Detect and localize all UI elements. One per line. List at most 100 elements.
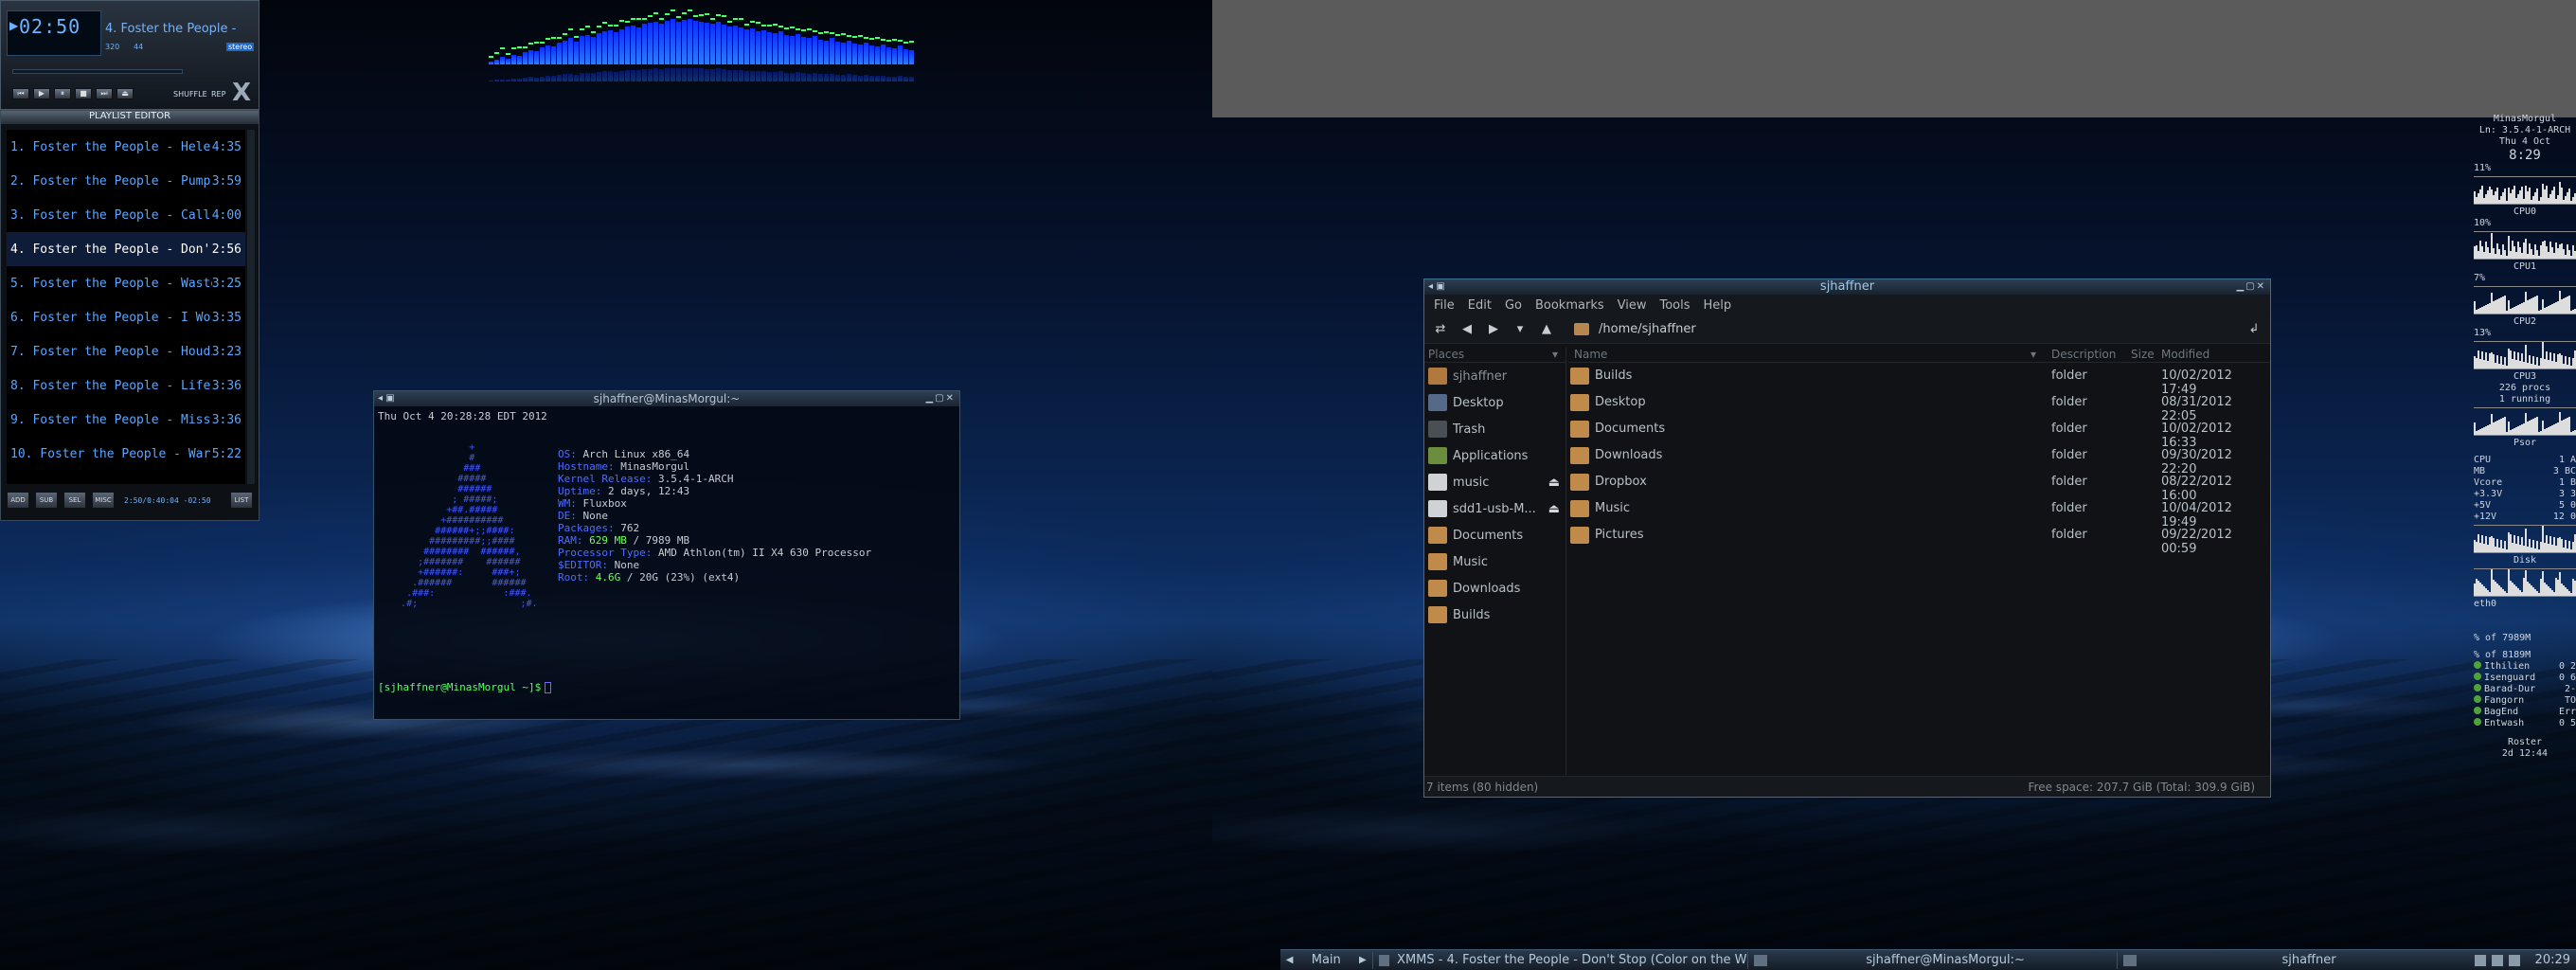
history-dropdown-icon[interactable]: ▾ bbox=[1512, 322, 1529, 336]
playlist-item[interactable]: 1. Foster the People - Hele... 4:35 bbox=[7, 130, 245, 164]
visualizer-reflection bbox=[739, 70, 743, 81]
playlist-sub-button[interactable]: SUB bbox=[35, 492, 58, 509]
playlist-scrollbar[interactable] bbox=[247, 130, 255, 484]
go-icon[interactable]: ↲ bbox=[2245, 322, 2263, 336]
playlist-item[interactable]: 4. Foster the People - Don'... 2:56 bbox=[7, 232, 245, 266]
menu-help[interactable]: Help bbox=[1704, 298, 1732, 313]
place-item[interactable]: sjhaffner bbox=[1424, 363, 1565, 389]
stop-button[interactable]: ■ bbox=[75, 88, 92, 99]
playlist-item[interactable]: 3. Foster the People - Call... 4:00 bbox=[7, 198, 245, 232]
next-workspace-icon[interactable]: ▶ bbox=[1353, 955, 1371, 965]
sysinfo-value: AMD Athlon(tm) II X4 630 Processor bbox=[652, 547, 872, 559]
visualizer-reflection bbox=[534, 78, 539, 81]
window-menu-icon[interactable]: ◂ ▣ bbox=[378, 391, 395, 406]
window-controls-icon[interactable]: ▁▢✕ bbox=[925, 391, 956, 406]
file-row[interactable]: Builds folder 10/02/2012 17:49 bbox=[1568, 363, 2270, 397]
menu-go[interactable]: Go bbox=[1505, 298, 1522, 313]
visualizer-reflection bbox=[528, 77, 533, 81]
volume-tray-icon[interactable] bbox=[2508, 954, 2520, 966]
terminal-titlebar[interactable]: ◂ ▣ sjhaffner@MinasMorgul:~ ▁▢✕ bbox=[374, 391, 959, 406]
eject-button[interactable]: ⏏ bbox=[116, 88, 134, 99]
taskbar-item[interactable]: sjhaffner bbox=[2116, 951, 2475, 969]
visualizer-reflection bbox=[796, 72, 800, 81]
column-modified[interactable]: Modified bbox=[2161, 348, 2209, 361]
xmms-main-window[interactable]: ▶ 02:50 4. Foster the People - 320 44 st… bbox=[0, 0, 259, 110]
window-menu-icon[interactable]: ◂ ▣ bbox=[1428, 279, 1445, 295]
playlist-misc-button[interactable]: MISC bbox=[92, 492, 115, 509]
eject-icon[interactable]: ⏏ bbox=[1548, 502, 1560, 516]
column-description[interactable]: Description bbox=[2051, 348, 2116, 361]
file-manager-titlebar[interactable]: ◂ ▣ sjhaffner ▁▢✕ bbox=[1424, 279, 2270, 295]
network-tray-icon[interactable] bbox=[2474, 954, 2486, 966]
playlist-item[interactable]: 5. Foster the People - Waste 3:25 bbox=[7, 266, 245, 300]
column-name[interactable]: Name bbox=[1574, 348, 1607, 361]
repeat-button[interactable]: REP bbox=[211, 90, 225, 99]
column-size[interactable]: Size bbox=[2131, 348, 2155, 361]
file-list-header: Name ▾ Description Size Modified bbox=[1568, 348, 2270, 363]
window-controls-icon[interactable]: ▁▢✕ bbox=[2236, 279, 2266, 295]
place-item[interactable]: Documents bbox=[1424, 522, 1565, 548]
visualizer-peak bbox=[671, 9, 675, 11]
play-button[interactable]: ▶ bbox=[33, 88, 50, 99]
file-row[interactable]: Dropbox folder 08/22/2012 16:00 bbox=[1568, 469, 2270, 503]
terminal-body[interactable]: Thu Oct 4 20:28:28 EDT 2012 + # ### ####… bbox=[374, 406, 959, 693]
visualizer-reflection bbox=[733, 70, 738, 81]
place-item[interactable]: Downloads bbox=[1424, 575, 1565, 602]
next-button[interactable]: ⏭ bbox=[96, 88, 113, 99]
folder-icon bbox=[1428, 606, 1447, 623]
forward-icon[interactable]: ▶ bbox=[1485, 322, 1502, 336]
shuffle-button[interactable]: SHUFFLE bbox=[173, 90, 207, 99]
place-item[interactable]: music ⏏ bbox=[1424, 469, 1565, 495]
visualizer-bar bbox=[835, 42, 840, 64]
prev-workspace-icon[interactable]: ◀ bbox=[1280, 955, 1298, 965]
menu-file[interactable]: File bbox=[1434, 298, 1455, 313]
playlist-item[interactable]: 10. Foster the People - War... 5:22 bbox=[7, 437, 245, 471]
pause-button[interactable]: ⏸ bbox=[54, 88, 71, 99]
taskbar-item[interactable]: sjhaffner@MinasMorgul:~ bbox=[1746, 951, 2117, 969]
place-item[interactable]: Desktop bbox=[1424, 389, 1565, 416]
workspace-name[interactable]: Main bbox=[1298, 953, 1353, 967]
places-menu-icon[interactable]: ▾ bbox=[1552, 348, 1558, 361]
menu-view[interactable]: View bbox=[1618, 298, 1647, 313]
playlist-sel-button[interactable]: SEL bbox=[63, 492, 86, 509]
menu-bookmarks[interactable]: Bookmarks bbox=[1535, 298, 1604, 313]
place-item[interactable]: Music bbox=[1424, 548, 1565, 575]
file-row[interactable]: Desktop folder 08/31/2012 22:05 bbox=[1568, 389, 2270, 423]
terminal-window[interactable]: ◂ ▣ sjhaffner@MinasMorgul:~ ▁▢✕ Thu Oct … bbox=[373, 390, 960, 720]
playlist-item[interactable]: 7. Foster the People - Houdini 3:23 bbox=[7, 334, 245, 368]
place-item[interactable]: Trash bbox=[1424, 416, 1565, 442]
eject-icon[interactable]: ⏏ bbox=[1548, 476, 1560, 490]
file-row[interactable]: Downloads folder 09/30/2012 22:20 bbox=[1568, 442, 2270, 476]
menu-tools[interactable]: Tools bbox=[1659, 298, 1690, 313]
playlist-item[interactable]: 2. Foster the People - Pump... 3:59 bbox=[7, 164, 245, 198]
file-row[interactable]: Music folder 10/04/2012 19:49 bbox=[1568, 495, 2270, 530]
xmms-task-icon bbox=[1378, 954, 1390, 966]
up-icon[interactable]: ▲ bbox=[1538, 322, 1555, 336]
location-bar[interactable]: /home/sjhaffner bbox=[1574, 319, 2236, 340]
sysinfo-row: Packages: 762 bbox=[558, 522, 871, 534]
playlist-item[interactable]: 8. Foster the People - Life... 3:36 bbox=[7, 368, 245, 403]
place-item[interactable]: Applications bbox=[1424, 442, 1565, 469]
menu-edit[interactable]: Edit bbox=[1468, 298, 1492, 313]
sysinfo-key: WM: bbox=[558, 497, 577, 510]
playlist-editor[interactable]: PLAYLIST EDITOR 1. Foster the People - H… bbox=[0, 110, 259, 521]
new-tab-icon[interactable]: ⇄ bbox=[1432, 322, 1449, 336]
taskbar-item[interactable]: XMMS - 4. Foster the People - Don't Stop… bbox=[1371, 951, 1747, 969]
playlist-item[interactable]: 6. Foster the People - I Wo... 3:35 bbox=[7, 300, 245, 334]
place-item[interactable]: Builds bbox=[1424, 602, 1565, 628]
dropbox-tray-icon[interactable] bbox=[2491, 954, 2503, 966]
seek-bar[interactable] bbox=[12, 69, 183, 74]
file-row[interactable]: Documents folder 10/02/2012 16:33 bbox=[1568, 416, 2270, 450]
place-item[interactable]: sdd1-usb-M... ⏏ bbox=[1424, 495, 1565, 522]
playlist-item-name: 2. Foster the People - Pump... bbox=[10, 173, 212, 189]
file-row[interactable]: Pictures folder 09/22/2012 00:59 bbox=[1568, 522, 2270, 556]
terminal-prompt[interactable]: [sjhaffner@MinasMorgul ~]$ bbox=[378, 681, 552, 693]
playlist-list[interactable]: 1. Foster the People - Hele... 4:35 2. Fos… bbox=[7, 130, 245, 484]
back-icon[interactable]: ◀ bbox=[1458, 322, 1476, 336]
playlist-list-button[interactable]: LIST bbox=[230, 492, 253, 509]
playlist-item[interactable]: 9. Foster the People - Miss... 3:36 bbox=[7, 403, 245, 437]
previous-button[interactable]: ⏮ bbox=[12, 88, 29, 99]
visualizer-peak bbox=[744, 24, 749, 26]
file-manager-window[interactable]: ◂ ▣ sjhaffner ▁▢✕ File Edit Go Bookmarks Vie… bbox=[1423, 278, 2271, 798]
playlist-add-button[interactable]: ADD bbox=[7, 492, 29, 509]
